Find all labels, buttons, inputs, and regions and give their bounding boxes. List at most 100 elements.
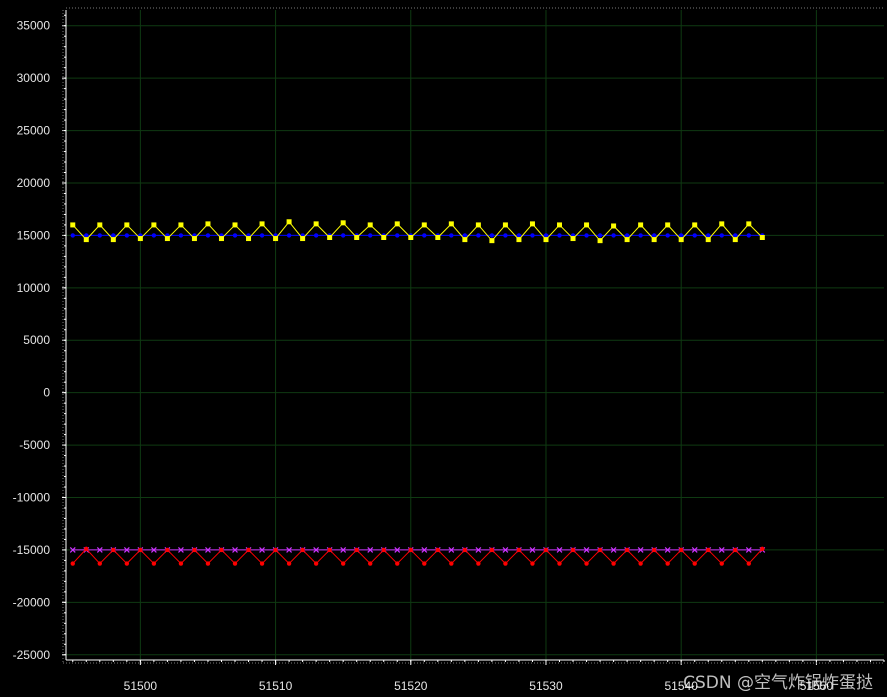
data-point (192, 547, 197, 553)
data-point (124, 222, 130, 228)
y-tick-label: 10000 (17, 281, 51, 295)
data-point (692, 222, 698, 228)
data-point (678, 547, 684, 553)
data-point (368, 233, 373, 238)
data-point (124, 561, 130, 566)
data-point (706, 233, 711, 238)
data-point (218, 236, 224, 242)
data-point (760, 546, 765, 552)
data-point (151, 222, 157, 228)
data-point (313, 561, 319, 566)
data-point (448, 221, 454, 227)
data-point (259, 561, 265, 566)
data-point (651, 547, 657, 553)
axes: 35000 30000 25000 20000 15000 10000 5000 0 -5000… (13, 7, 885, 693)
data-point (124, 233, 130, 238)
watermark-text: CSDN @空气炸锅炸蛋挞 (683, 673, 873, 693)
x-tick-label: 51520 (394, 679, 428, 693)
series-0 (70, 233, 765, 238)
data-point (300, 547, 305, 553)
data-point (178, 561, 184, 566)
data-point (529, 221, 535, 227)
series-2 (69, 546, 766, 553)
data-point (273, 236, 279, 242)
data-point (597, 238, 603, 244)
data-point (665, 561, 670, 566)
data-point (286, 233, 292, 238)
data-point (638, 561, 643, 566)
line-chart: 35000 30000 25000 20000 15000 10000 5000 0 -5000… (13, 7, 885, 693)
data-point (340, 220, 346, 226)
y-tick-label: 35000 (17, 19, 51, 33)
data-point (151, 233, 157, 238)
y-tick-label: -20000 (13, 595, 51, 609)
data-point (340, 233, 346, 238)
data-point (97, 233, 103, 238)
data-point (543, 547, 549, 553)
data-point (286, 561, 292, 566)
data-point (205, 221, 211, 227)
data-point (138, 547, 143, 553)
series-line (72, 220, 763, 242)
data-point (475, 222, 481, 228)
data-point (111, 547, 116, 553)
data-point (543, 237, 549, 243)
data-point (489, 238, 495, 244)
data-point (178, 222, 184, 228)
data-point (449, 233, 454, 238)
data-point (151, 561, 157, 566)
data-point (259, 233, 265, 238)
data-point (408, 235, 414, 240)
data-point (394, 221, 400, 227)
data-point (408, 547, 413, 553)
data-point (611, 223, 617, 229)
data-point (381, 235, 387, 240)
data-point (286, 219, 292, 225)
data-point (746, 561, 751, 566)
y-tick-label: 15000 (17, 228, 51, 242)
data-point (665, 222, 671, 228)
data-point (111, 233, 116, 238)
data-point (706, 547, 711, 553)
grid (66, 10, 884, 660)
series-line (72, 548, 763, 565)
y-tick-label: -10000 (13, 491, 51, 505)
data-point (313, 221, 319, 227)
data-point (462, 237, 468, 243)
data-point (246, 547, 251, 553)
data-point (746, 221, 752, 227)
data-point (137, 236, 143, 242)
data-point (97, 561, 103, 566)
data-point (503, 233, 508, 238)
data-point (354, 547, 359, 553)
data-point (340, 561, 346, 566)
data-point (570, 547, 576, 553)
data-point (638, 233, 643, 238)
data-point (205, 233, 211, 238)
y-tick-label: 20000 (17, 176, 51, 190)
data-point (83, 237, 89, 243)
data-point (597, 233, 603, 238)
data-point (327, 547, 332, 553)
data-point (205, 561, 211, 566)
x-tick-label: 51500 (124, 679, 158, 693)
data-point (395, 233, 400, 238)
data-point (476, 561, 481, 566)
data-point (327, 235, 333, 240)
data-point (462, 233, 468, 238)
data-point (503, 561, 508, 566)
data-point (719, 561, 724, 566)
data-point (232, 222, 238, 228)
data-point (70, 561, 75, 566)
data-point (651, 233, 657, 238)
data-point (462, 547, 468, 553)
data-point (611, 561, 616, 566)
data-point (516, 237, 522, 243)
data-point (719, 221, 725, 227)
x-tick-label: 51530 (529, 679, 563, 693)
data-point (435, 547, 441, 553)
data-point (367, 222, 373, 228)
y-tick-label: 0 (43, 386, 50, 400)
data-point (422, 233, 427, 238)
data-point (381, 547, 386, 553)
